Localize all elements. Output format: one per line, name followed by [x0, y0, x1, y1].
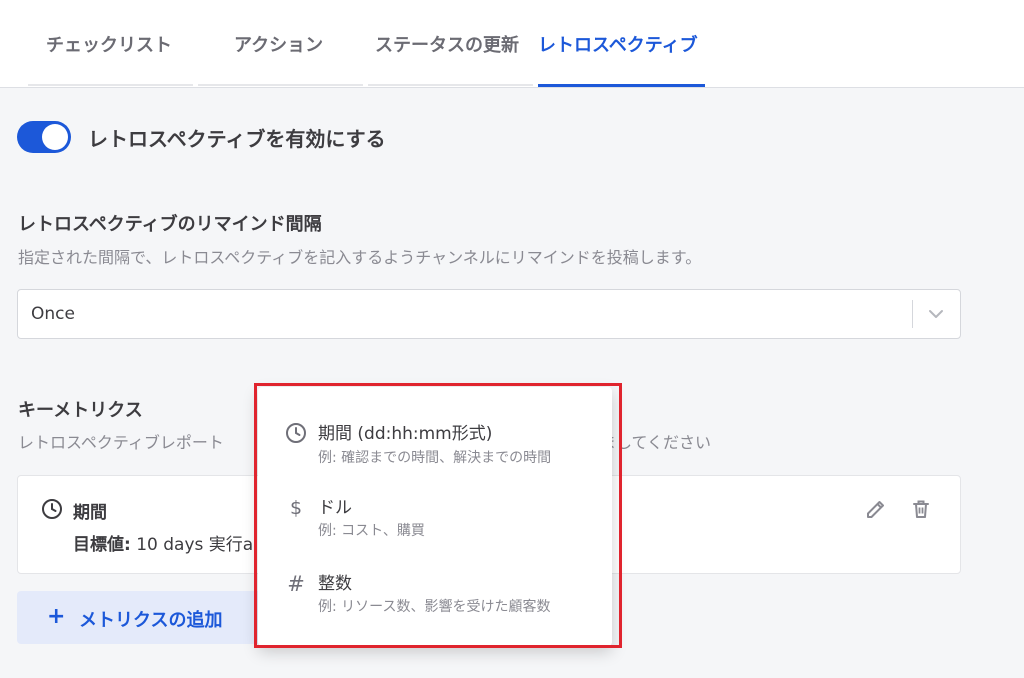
trash-icon[interactable]	[909, 497, 933, 521]
tab-actions[interactable]: アクション	[234, 0, 323, 88]
key-metrics-title: キーメトリクス	[18, 400, 143, 421]
reminder-interval-select[interactable]: Once	[17, 289, 961, 339]
clock-icon	[42, 499, 62, 519]
metric-name: 期間	[73, 503, 107, 523]
toggle-knob	[42, 124, 68, 150]
dropdown-item-title: 期間 (dd:hh:mm形式)	[318, 424, 493, 444]
tab-bar: チェックリスト アクション ステータスの更新 レトロスペクティブ	[0, 0, 1024, 88]
dropdown-item-description: 例: 確認までの時間、解決までの時間	[318, 450, 552, 466]
tab-checklist[interactable]: チェックリスト	[46, 0, 172, 88]
metric-type-dropdown: 期間 (dd:hh:mm形式) 例: 確認までの時間、解決までの時間 $ ドル …	[258, 387, 612, 646]
dollar-icon: $	[289, 497, 303, 519]
dropdown-item-duration[interactable]: 期間 (dd:hh:mm形式) 例: 確認までの時間、解決までの時間	[258, 399, 612, 469]
metric-target: 目標値: 10 days 実行a	[73, 530, 253, 555]
dropdown-item-dollars[interactable]: $ ドル 例: コスト、購買	[258, 483, 612, 553]
reminder-interval-title: レトロスペクティブのリマインド間隔	[18, 214, 322, 235]
clock-icon	[284, 421, 308, 445]
tab-divider	[28, 84, 193, 86]
dropdown-item-title: 整数	[318, 574, 352, 594]
active-tab-indicator	[538, 84, 705, 87]
plus-icon: +	[47, 604, 66, 629]
metric-target-label: 目標値:	[73, 535, 131, 555]
edit-icon[interactable]	[864, 497, 888, 521]
tab-divider	[368, 84, 533, 86]
tab-status-update[interactable]: ステータスの更新	[375, 0, 519, 88]
reminder-interval-description: 指定された間隔で、レトロスペクティブを記入するようチャンネルにリマインドを投稿し…	[18, 248, 702, 267]
chevron-down-icon[interactable]	[926, 304, 946, 324]
metric-target-value: 10 days 実行a	[136, 535, 254, 555]
dropdown-item-description: 例: リソース数、影響を受けた顧客数	[318, 599, 551, 615]
hash-icon: #	[287, 572, 305, 596]
add-metric-button[interactable]: + メトリクスの追加	[17, 591, 267, 644]
dropdown-item-integer[interactable]: # 整数 例: リソース数、影響を受けた顧客数	[258, 559, 612, 629]
tab-retrospective[interactable]: レトロスペクティブ	[538, 0, 698, 88]
retrospective-toggle[interactable]	[17, 121, 71, 153]
dropdown-item-description: 例: コスト、購買	[318, 523, 425, 539]
retrospective-toggle-label: レトロスペクティブを有効にする	[88, 127, 386, 151]
key-metrics-description-right: ましてください	[600, 433, 712, 452]
select-value: Once	[31, 304, 75, 324]
add-metric-label: メトリクスの追加	[79, 610, 223, 631]
dropdown-item-title: ドル	[318, 498, 352, 518]
tab-divider	[198, 84, 363, 86]
key-metrics-description-left: レトロスペクティブレポート	[18, 433, 224, 452]
select-divider	[912, 300, 913, 328]
